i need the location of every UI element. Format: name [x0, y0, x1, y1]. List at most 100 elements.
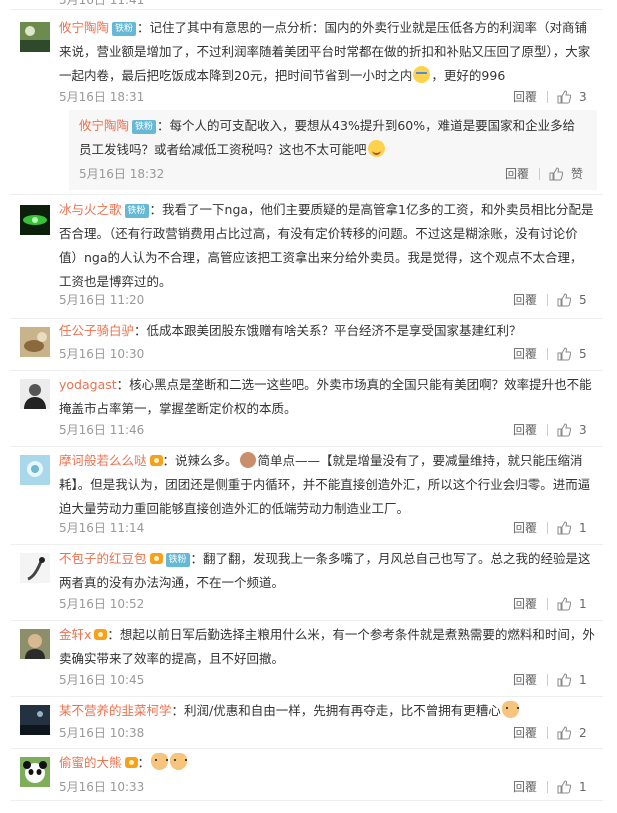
reply-button[interactable]: 回覆: [513, 520, 537, 536]
comment-time: 5月16日 11:20: [59, 293, 145, 307]
like-icon[interactable]: [557, 90, 571, 104]
divider: [539, 168, 540, 180]
laughing-emoji-icon: [367, 140, 385, 157]
comment-text: 不包子的红豆包 铁粉 ：翻了翻，发现我上一条多嘴了，月风总自己也写了。总之我的经验是…: [59, 547, 595, 595]
comment-actions: 回覆 1: [513, 520, 603, 536]
comment-item: 攸宁陶陶 铁粉 ：记住了其中有意思的一点分析：国内的外卖行业就是压低各方的利润率（对…: [10, 10, 603, 195]
cat-emoji-icon: [151, 753, 169, 770]
crying-emoji-icon: [413, 66, 431, 83]
reply-button[interactable]: 回覆: [513, 779, 537, 795]
like-count: 5: [579, 293, 587, 307]
divider: [10, 800, 603, 801]
comment-text: 任公子骑白驴：低成本跟美团股东饿赠有啥关系？平台经济不是享受国家基建红利？: [59, 319, 595, 343]
commenter-name[interactable]: 金轩x: [59, 627, 91, 642]
comment-item: 冰与火之歌 铁粉 ：我看了一下nga，他们主要质疑的是高管拿1亿多的工资，和外卖员相…: [10, 195, 603, 319]
commenter-name[interactable]: 摩诃般若么么哒: [59, 453, 147, 468]
comment-time: 5月16日 11:14: [59, 521, 145, 535]
divider: [547, 522, 548, 534]
comment-text: 某不营养的韭菜柯学：利润/优惠和自由一样，先拥有再夺走，比不曾拥有更糟心: [59, 699, 595, 723]
like-count: 3: [579, 90, 587, 104]
commenter-name[interactable]: 某不营养的韭菜柯学: [59, 703, 172, 718]
comment-body-tail: ，更好的996: [431, 68, 506, 83]
like-count: 2: [579, 726, 587, 740]
comment-body: ：核心黑点是垄断和二选一这些吧。外卖市场真的全国只能有美团啊？效率提升也不能掩盖…: [59, 377, 592, 416]
comment-time: 5月16日 11:41: [59, 0, 145, 7]
comment-item: 不包子的红豆包 铁粉 ：翻了翻，发现我上一条多嘴了，月风总自己也写了。总之我的经验是…: [10, 545, 603, 621]
comment-feed: 5月16日 11:41 攸宁陶陶 铁粉 ：记住了其中有意思的一点分析：国内的外卖行业…: [0, 0, 617, 813]
comment-body: ：低成本跟美团股东饿赠有啥关系？平台经济不是享受国家基建红利？: [134, 323, 522, 338]
reply-button[interactable]: 回覆: [513, 596, 537, 612]
comment-text: 偷蜜的大熊 ：: [59, 751, 595, 775]
avatar[interactable]: [20, 455, 50, 485]
avatar[interactable]: [20, 553, 50, 583]
reply-button[interactable]: 回覆: [513, 292, 537, 308]
comment-item: 摩诃般若么么哒 ：说辣么多。 简单点——【就是增量没有了，要减量维持，就只能压缩消耗…: [10, 447, 603, 545]
like-count: 5: [579, 347, 587, 361]
comment-text: 摩诃般若么么哒 ：说辣么多。 简单点——【就是增量没有了，要减量维持，就只能压缩消耗…: [59, 449, 595, 521]
comment-body: ：记住了其中有意思的一点分析：国内的外卖行业就是压低各方的利润率（对商铺来说，营…: [59, 20, 591, 83]
commenter-name[interactable]: 攸宁陶陶: [59, 20, 109, 35]
comment-item: 任公子骑白驴：低成本跟美团股东饿赠有啥关系？平台经济不是享受国家基建红利？ 5月…: [10, 319, 603, 371]
vip-badge-icon: [124, 757, 138, 768]
comment-time: 5月16日 10:33: [59, 780, 145, 794]
avatar[interactable]: [20, 22, 50, 52]
commenter-name[interactable]: yodagast: [59, 377, 117, 392]
commenter-name[interactable]: 冰与火之歌: [59, 202, 122, 217]
like-icon[interactable]: [549, 167, 563, 181]
avatar[interactable]: [20, 205, 50, 235]
commenter-name[interactable]: 偷蜜的大熊: [59, 755, 122, 770]
reply-button[interactable]: 回覆: [513, 346, 537, 362]
reply-button[interactable]: 回覆: [513, 89, 537, 105]
vip-badge-icon: [149, 455, 163, 466]
like-icon[interactable]: [557, 293, 571, 307]
avatar[interactable]: [20, 629, 50, 659]
comment-body: ：: [137, 755, 151, 770]
comment-actions: 回覆 3: [513, 422, 603, 438]
comment-actions: 回覆 3: [513, 89, 603, 105]
fan-badge: 铁粉: [165, 553, 190, 567]
commenter-name[interactable]: 任公子骑白驴: [59, 323, 134, 338]
comment-time: 5月16日 18:31: [59, 90, 145, 104]
sub-reply-text: 攸宁陶陶 铁粉 ：每个人的可支配收入，要想从43%提升到60%，难道是要国家和企业多…: [79, 114, 587, 162]
avatar[interactable]: [20, 327, 50, 357]
comment-time: 5月16日 10:30: [59, 347, 145, 361]
comment-item: 金轩x ：想起以前日军后勤选择主粮用什么米，有一个参考条件就是煮熟需要的燃料和时间…: [10, 621, 603, 697]
comment-time: 5月16日 10:38: [59, 726, 145, 740]
like-icon[interactable]: [557, 347, 571, 361]
comment-text: 攸宁陶陶 铁粉 ：记住了其中有意思的一点分析：国内的外卖行业就是压低各方的利润率（对…: [59, 16, 595, 88]
sub-reply: 攸宁陶陶 铁粉 ：每个人的可支配收入，要想从43%提升到60%，难道是要国家和企业多…: [69, 110, 597, 190]
cat-emoji-icon: [501, 701, 519, 718]
avatar[interactable]: [20, 705, 50, 735]
comment-item: 某不营养的韭菜柯学：利润/优惠和自由一样，先拥有再夺走，比不曾拥有更糟心 5月1…: [10, 697, 603, 749]
divider: [547, 781, 548, 793]
reply-button[interactable]: 回覆: [513, 422, 537, 438]
avatar[interactable]: [20, 379, 50, 409]
comment-actions: 回覆 1: [513, 672, 603, 688]
reply-button[interactable]: 回覆: [513, 725, 537, 741]
divider: [547, 91, 548, 103]
comment-time: 5月16日 11:46: [59, 423, 145, 437]
like-count: 1: [579, 597, 587, 611]
comment-body: ：利润/优惠和自由一样，先拥有再夺走，比不曾拥有更糟心: [171, 703, 501, 718]
commenter-name[interactable]: 不包子的红豆包: [59, 551, 147, 566]
comment-time: 5月16日 10:52: [59, 597, 145, 611]
avatar[interactable]: [20, 757, 50, 787]
like-icon[interactable]: [557, 726, 571, 740]
cat-emoji-icon: [170, 753, 188, 770]
divider: [547, 727, 548, 739]
like-count: 1: [579, 780, 587, 794]
reply-button[interactable]: 回覆: [505, 166, 529, 182]
like-count: 1: [579, 521, 587, 535]
like-icon[interactable]: [557, 597, 571, 611]
commenter-name[interactable]: 攸宁陶陶: [79, 118, 129, 133]
comment-actions: 回覆 5: [513, 346, 603, 362]
like-icon[interactable]: [557, 423, 571, 437]
divider: [547, 424, 548, 436]
comment-actions: 回覆 1: [513, 779, 603, 795]
divider: [547, 674, 548, 686]
like-icon[interactable]: [557, 673, 571, 687]
reply-button[interactable]: 回覆: [513, 672, 537, 688]
like-count: 3: [579, 423, 587, 437]
like-icon[interactable]: [557, 780, 571, 794]
like-icon[interactable]: [557, 521, 571, 535]
